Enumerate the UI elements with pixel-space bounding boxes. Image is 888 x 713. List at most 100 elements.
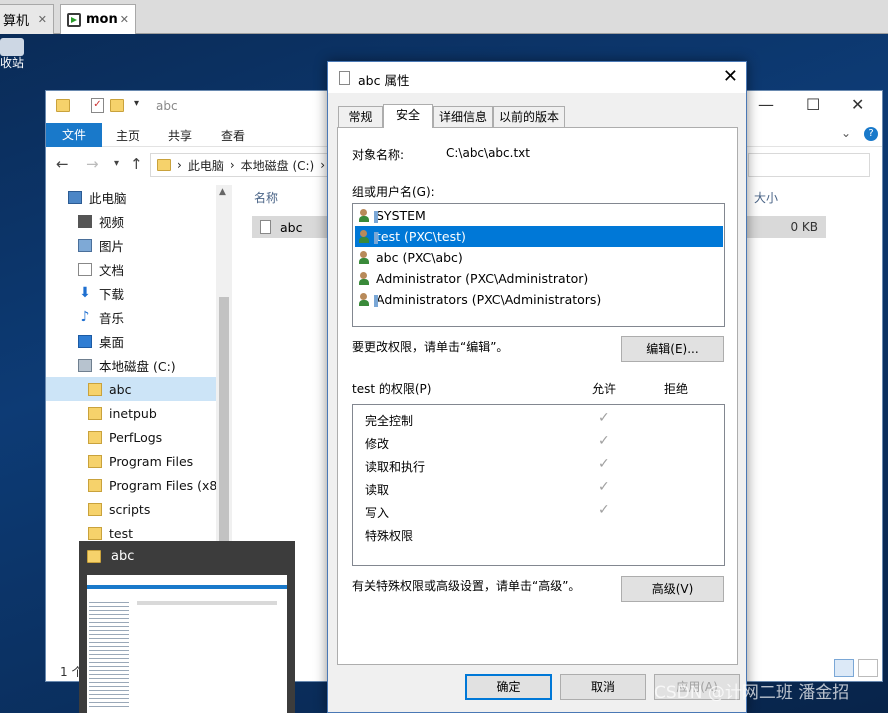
nav-item-folder[interactable]: Program Files (x86) — [46, 473, 230, 497]
nav-item-folder[interactable]: inetpub — [46, 401, 216, 425]
cancel-button[interactable]: 取消 — [560, 674, 646, 700]
chevron-down-icon[interactable]: ▾ — [114, 158, 119, 169]
close-icon[interactable]: ✕ — [38, 13, 47, 26]
column-header-size[interactable]: 大小 — [754, 189, 778, 206]
picture-icon — [78, 238, 92, 252]
folder-icon — [56, 99, 70, 112]
nav-item-downloads[interactable]: ⬇ 下载 — [46, 281, 216, 305]
allow-check-icon: ✓ — [598, 456, 610, 472]
dialog-title-bar: abc 属性 ✕ — [328, 62, 746, 93]
deny-column-header: 拒绝 — [664, 382, 689, 396]
nav-item-folder[interactable]: PerfLogs — [46, 425, 216, 449]
nav-item-folder[interactable]: scripts — [46, 497, 216, 521]
nav-item-folder[interactable]: abc — [46, 377, 216, 401]
details-view-icon[interactable] — [834, 659, 854, 677]
close-icon[interactable]: ✕ — [120, 13, 129, 26]
object-name-value: C:\abc\abc.txt — [446, 146, 530, 160]
thumbnail-title-text: abc — [111, 549, 135, 564]
vm-tab-label: 算机 — [3, 14, 30, 29]
text-file-icon — [339, 71, 350, 85]
large-icons-view-icon[interactable] — [858, 659, 878, 677]
nav-item-pictures[interactable]: 图片 — [46, 233, 216, 257]
tab-general[interactable]: 常规 — [338, 106, 383, 127]
breadcrumb-this-pc[interactable]: 此电脑 — [188, 157, 224, 174]
help-icon[interactable]: ? — [864, 127, 878, 141]
search-input[interactable] — [748, 153, 870, 177]
recycle-bin-label: 收站 — [0, 56, 25, 70]
scroll-up-icon[interactable]: ▲ — [219, 187, 226, 197]
nav-item-folder[interactable]: Program Files — [46, 449, 216, 473]
chevron-down-icon[interactable]: ▾ — [134, 98, 139, 109]
column-header-name[interactable]: 名称 — [254, 189, 278, 206]
nav-item-music[interactable]: ♪ 音乐 — [46, 305, 216, 329]
back-arrow-icon[interactable]: ← — [56, 155, 69, 173]
folder-icon — [88, 502, 102, 516]
user-icon — [359, 271, 374, 286]
nav-item-label: 视频 — [99, 214, 125, 230]
maximize-icon[interactable]: ☐ — [806, 95, 820, 114]
permission-row: 特殊权限 — [365, 525, 715, 545]
permission-row: 读取和执行 ✓ — [365, 456, 715, 476]
ribbon-file-tab[interactable]: 文件 — [46, 123, 102, 147]
thumbnail-ribbon — [87, 585, 287, 589]
nav-item-label: test — [109, 525, 134, 541]
ribbon-view-tab[interactable]: 查看 — [221, 127, 245, 144]
file-size: 0 KB — [790, 220, 818, 234]
nav-item-label: abc — [109, 381, 132, 397]
vm-icon — [67, 12, 81, 27]
nav-item-label: PerfLogs — [109, 429, 163, 445]
breadcrumb-local-disk[interactable]: 本地磁盘 (C:) — [241, 157, 315, 174]
minimize-icon[interactable]: — — [758, 95, 774, 114]
ok-button[interactable]: 确定 — [465, 674, 552, 700]
permission-name: 完全控制 — [365, 414, 414, 428]
edit-button[interactable]: 编辑(E)... — [621, 336, 724, 362]
list-item[interactable]: abc (PXC\abc) — [355, 247, 723, 268]
nav-item-desktop[interactable]: 桌面 — [46, 329, 216, 353]
allow-check-icon: ✓ — [598, 479, 610, 495]
chevron-down-icon[interactable]: ⌄ — [841, 126, 851, 140]
ribbon-share-tab[interactable]: 共享 — [168, 127, 192, 144]
user-group-icon — [359, 229, 374, 244]
nav-item-this-pc[interactable]: 此电脑 — [46, 185, 216, 209]
breadcrumb-separator: › — [320, 158, 326, 172]
advanced-button[interactable]: 高级(V) — [621, 576, 724, 602]
folder-icon — [88, 430, 102, 444]
desktop-icon — [78, 334, 92, 348]
nav-item-label: 图片 — [99, 238, 125, 254]
list-item[interactable]: Administrators (PXC\Administrators) — [355, 289, 723, 310]
taskbar-thumbnail-preview[interactable]: abc — [79, 541, 295, 713]
list-item[interactable]: SYSTEM — [355, 205, 723, 226]
allow-check-icon: ✓ — [598, 410, 610, 426]
up-arrow-icon[interactable]: ↑ — [130, 155, 143, 173]
list-item[interactable]: Administrator (PXC\Administrator) — [355, 268, 723, 289]
document-icon — [78, 262, 92, 276]
vm-tab-computer[interactable]: 算机 ✕ — [0, 4, 54, 34]
nav-item-label: 本地磁盘 (C:) — [99, 358, 176, 374]
close-icon[interactable]: ✕ — [851, 95, 864, 114]
vm-tab-mon[interactable]: mon ✕ — [60, 4, 136, 34]
properties-icon[interactable]: ✓ — [91, 98, 104, 113]
nav-item-documents[interactable]: 文档 — [46, 257, 216, 281]
tab-details[interactable]: 详细信息 — [433, 106, 493, 127]
user-name: abc (PXC\abc) — [376, 250, 463, 265]
computer-icon — [68, 190, 82, 204]
nav-item-videos[interactable]: 视频 — [46, 209, 216, 233]
close-icon[interactable]: ✕ — [723, 66, 738, 87]
object-name-label: 对象名称: — [352, 148, 405, 162]
change-permissions-hint: 要更改权限，请单击“编辑”。 — [352, 340, 509, 354]
new-folder-icon[interactable] — [110, 99, 124, 112]
nav-item-label: 下载 — [99, 286, 125, 302]
users-list[interactable]: SYSTEM test (PXC\test) abc (PXC\abc) Adm… — [352, 203, 725, 327]
folder-icon — [88, 382, 102, 396]
allow-column-header: 允许 — [592, 382, 617, 396]
user-name: SYSTEM — [376, 208, 426, 223]
tab-security[interactable]: 安全 — [383, 104, 433, 128]
nav-item-local-disk[interactable]: 本地磁盘 (C:) — [46, 353, 216, 377]
forward-arrow-icon[interactable]: → — [86, 155, 99, 173]
tab-previous-versions[interactable]: 以前的版本 — [493, 106, 565, 127]
nav-item-label: scripts — [109, 501, 151, 517]
ribbon-home-tab[interactable]: 主页 — [116, 127, 140, 144]
list-item[interactable]: test (PXC\test) — [355, 226, 723, 247]
vm-tab-strip: 算机 ✕ mon ✕ — [0, 0, 888, 34]
breadcrumb-separator: › — [177, 158, 182, 172]
